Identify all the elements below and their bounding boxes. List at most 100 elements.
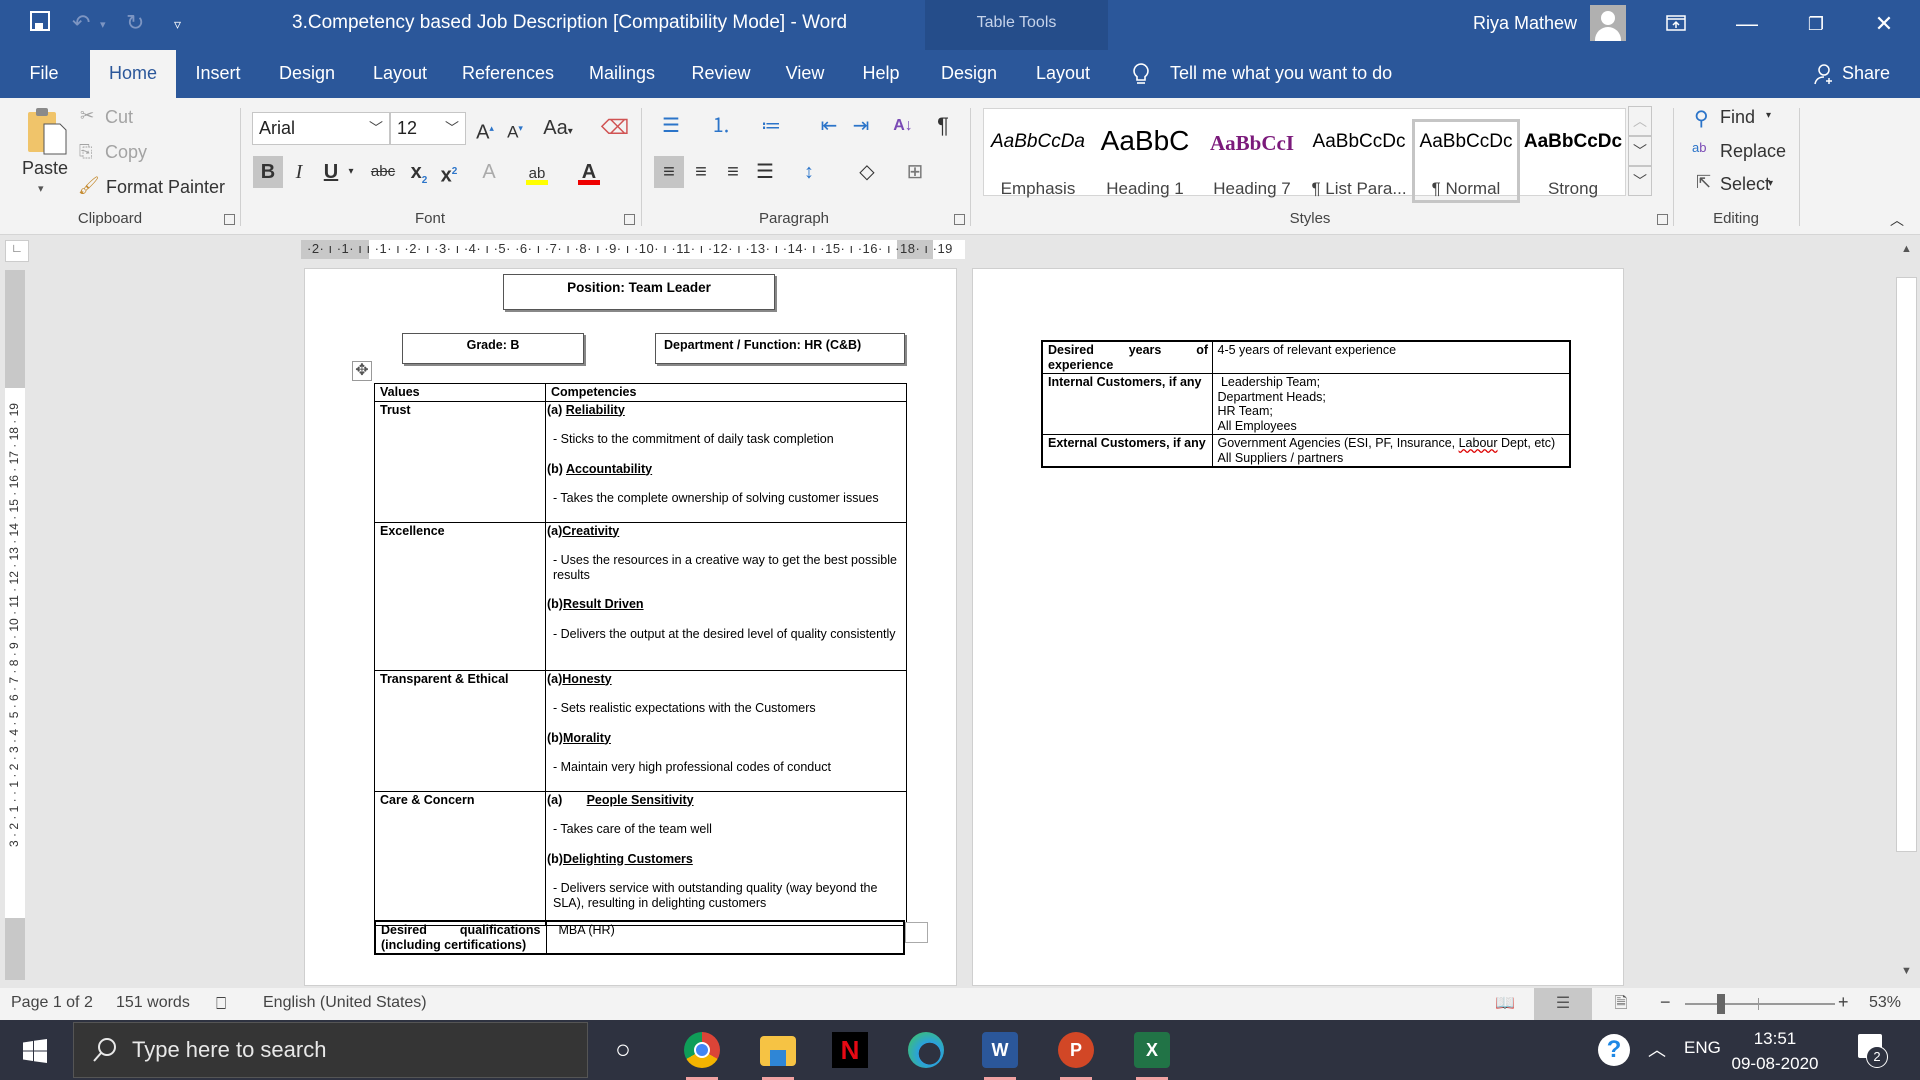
paragraph-launcher-icon[interactable] (954, 214, 965, 225)
proofing-icon[interactable]: ⎕ (216, 994, 226, 1014)
copy-button[interactable]: Copy (105, 142, 147, 163)
zoom-out-icon[interactable]: − (1660, 992, 1671, 1013)
tab-insert[interactable]: Insert (186, 50, 250, 98)
netflix-icon[interactable]: N (832, 1032, 868, 1068)
borders-icon[interactable]: ⊞ (900, 156, 930, 188)
paste-button[interactable]: Paste (22, 158, 68, 179)
print-layout-icon[interactable]: ☰ (1534, 988, 1592, 1020)
format-painter-button[interactable]: Format Painter (106, 177, 225, 198)
zoom-in-icon[interactable]: + (1838, 992, 1849, 1013)
scrollbar-thumb[interactable] (1896, 277, 1917, 852)
justify-icon[interactable]: ☰ (750, 156, 780, 188)
tab-layout[interactable]: Layout (363, 50, 437, 98)
chrome-icon[interactable] (684, 1032, 720, 1068)
clear-formatting-icon[interactable]: ⌫ (600, 112, 630, 144)
experience-value[interactable]: 4-5 years of relevant experience (1211, 340, 1571, 374)
paste-dropdown-icon[interactable]: ▾ (38, 182, 44, 195)
tab-home[interactable]: Home (90, 50, 176, 98)
underline-dropdown-icon[interactable]: ▾ (344, 156, 358, 188)
style-heading-1[interactable]: AaBbC Heading 1 (1091, 119, 1199, 203)
align-right-icon[interactable]: ≡ (718, 156, 748, 188)
save-icon[interactable] (30, 11, 50, 37)
style-strong[interactable]: AaBbCcDc Strong (1519, 119, 1627, 203)
font-size-combo[interactable]: 12 ﹀ (390, 112, 466, 145)
scroll-up-icon[interactable]: ▲ (1896, 239, 1917, 259)
tab-selector[interactable]: ∟ (5, 240, 29, 262)
word-icon[interactable]: W (982, 1032, 1018, 1068)
gallery-scroll-down-icon[interactable]: ﹀ (1628, 136, 1652, 166)
text-effects-icon[interactable]: A (474, 156, 504, 188)
customize-qat-icon[interactable]: ▿ (174, 16, 181, 33)
gallery-more-icon[interactable]: ﹀ (1628, 166, 1652, 196)
edge-icon[interactable] (908, 1032, 944, 1068)
paste-icon[interactable] (24, 106, 68, 161)
department-box[interactable]: Department / Function: HR (C&B) (655, 333, 905, 364)
spelling-error[interactable]: Labour (1459, 436, 1498, 450)
cortana-icon[interactable]: ○ (605, 1032, 641, 1068)
start-button[interactable] (0, 1020, 72, 1080)
competency-cell[interactable]: (a) People Sensitivity - Takes care of t… (545, 790, 907, 926)
ribbon-display-options-icon[interactable] (1656, 8, 1696, 40)
competency-cell[interactable]: (a)Creativity - Uses the resources in a … (545, 521, 907, 671)
font-color-icon[interactable]: A (574, 156, 604, 188)
gallery-scroll-up-icon[interactable]: ︿ (1628, 106, 1652, 136)
change-case-button[interactable]: Aa▾ (540, 112, 576, 144)
value-cell[interactable]: Trust (374, 400, 546, 523)
external-customers-label[interactable]: External Customers, if any (1041, 434, 1213, 468)
grade-box[interactable]: Grade: B (402, 333, 584, 364)
horizontal-ruler[interactable]: ·2· ı ·1· ı ı ·1· ı ·2· ı ·3· ı ·4· ı ·5… (301, 240, 965, 259)
tab-mailings[interactable]: Mailings (580, 50, 664, 98)
font-launcher-icon[interactable] (624, 214, 635, 225)
style-emphasis[interactable]: AaBbCcDa Emphasis (984, 119, 1092, 203)
underline-button[interactable]: U (316, 156, 346, 188)
tab-view[interactable]: View (776, 50, 834, 98)
cut-button[interactable]: Cut (105, 107, 133, 128)
position-box[interactable]: Position: Team Leader (503, 274, 775, 310)
user-name[interactable]: Riya Mathew (1473, 13, 1577, 34)
web-layout-icon[interactable]: 🗎 (1592, 988, 1650, 1020)
subscript-button[interactable]: x2 (404, 156, 434, 188)
replace-button[interactable]: Replace (1720, 141, 1786, 162)
style-heading-7[interactable]: AaBbCcI Heading 7 (1198, 119, 1306, 203)
restore-icon[interactable]: ❐ (1796, 8, 1836, 40)
tell-me-search[interactable]: Tell me what you want to do (1170, 50, 1392, 98)
find-dropdown-icon[interactable]: ▾ (1766, 110, 1771, 121)
value-cell[interactable]: Excellence (374, 521, 546, 671)
page-count[interactable]: Page 1 of 2 (11, 994, 93, 1012)
qualifications-value[interactable]: MBA (HR) (545, 920, 905, 955)
add-row-handle[interactable] (905, 922, 928, 943)
tab-table-layout[interactable]: Layout (1028, 50, 1098, 98)
file-explorer-icon[interactable] (760, 1036, 796, 1066)
tab-review[interactable]: Review (684, 50, 758, 98)
find-button[interactable]: Find (1720, 107, 1755, 128)
tab-references[interactable]: References (456, 50, 560, 98)
close-icon[interactable]: ✕ (1864, 8, 1904, 40)
font-name-combo[interactable]: Arial ﹀ (252, 112, 390, 145)
numbering-icon[interactable]: ⒈ (706, 110, 736, 142)
internal-customers-value[interactable]: Leadership Team; Department Heads; HR Te… (1211, 373, 1571, 435)
style-normal[interactable]: AaBbCcDc ¶ Normal (1412, 119, 1520, 203)
collapse-ribbon-icon[interactable]: ︿ (1890, 210, 1904, 230)
bold-button[interactable]: B (253, 156, 283, 188)
vertical-scrollbar[interactable]: ▲ ▼ (1893, 235, 1920, 985)
style-list-paragraph[interactable]: AaBbCcDc ¶ List Para... (1305, 119, 1413, 203)
undo-icon[interactable]: ↶ (72, 10, 90, 36)
zoom-slider[interactable] (1685, 1003, 1835, 1005)
align-left-icon[interactable]: ≡ (654, 156, 684, 188)
qualifications-label[interactable]: Desired qualifications (including certif… (374, 920, 547, 955)
language[interactable]: English (United States) (263, 994, 427, 1012)
table-move-handle-icon[interactable]: ✥ (352, 361, 372, 381)
tab-design[interactable]: Design (268, 50, 346, 98)
zoom-level[interactable]: 53% (1869, 994, 1901, 1012)
shading-icon[interactable]: ◇ (852, 156, 882, 188)
increase-indent-icon[interactable]: ⇥ (846, 110, 876, 142)
powerpoint-icon[interactable]: P (1058, 1032, 1094, 1068)
word-count[interactable]: 151 words (116, 994, 190, 1012)
minimize-icon[interactable]: — (1727, 8, 1767, 40)
tab-file[interactable]: File (14, 50, 74, 98)
shrink-font-icon[interactable]: A▾ (500, 112, 530, 144)
clock[interactable]: 13:51 09-08-2020 (1720, 1026, 1830, 1076)
avatar[interactable] (1590, 5, 1626, 41)
external-customers-value[interactable]: Government Agencies (ESI, PF, Insurance,… (1211, 434, 1571, 468)
clipboard-launcher-icon[interactable] (224, 214, 235, 225)
